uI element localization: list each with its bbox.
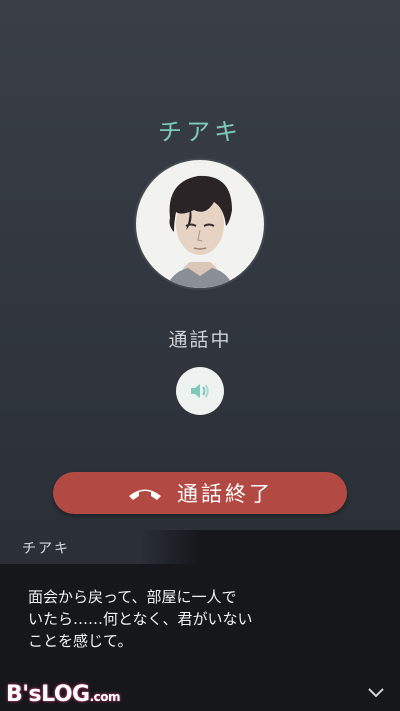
call-status: 通話中 xyxy=(168,329,232,351)
end-call-button[interactable]: 通話終了 xyxy=(53,472,347,514)
watermark-logo: B'sLOG.com xyxy=(6,682,121,707)
dialogue-text: 面会から戻って、部屋に一人で いたら……何となく、君がいない ことを感じて。 xyxy=(28,588,253,650)
hang-up-phone-icon xyxy=(129,489,161,500)
watermark-suffix: .com xyxy=(89,690,121,704)
call-screen: チアキ 通話中 通話終了 xyxy=(0,0,400,530)
speaker-button[interactable] xyxy=(176,367,224,415)
end-call-label: 通話終了 xyxy=(177,482,273,506)
dialogue-box[interactable]: チアキ 面会から戻って、部屋に一人で いたら……何となく、君がいない ことを感じ… xyxy=(0,530,400,711)
watermark-text: B'sLOG xyxy=(6,682,90,707)
chevron-down-icon[interactable] xyxy=(366,685,386,699)
speaker-name-tag: チアキ xyxy=(0,530,200,564)
caller-name: チアキ xyxy=(158,118,242,146)
speaker-name: チアキ xyxy=(22,541,70,557)
speaker-icon xyxy=(191,384,209,398)
caller-avatar xyxy=(136,160,264,288)
